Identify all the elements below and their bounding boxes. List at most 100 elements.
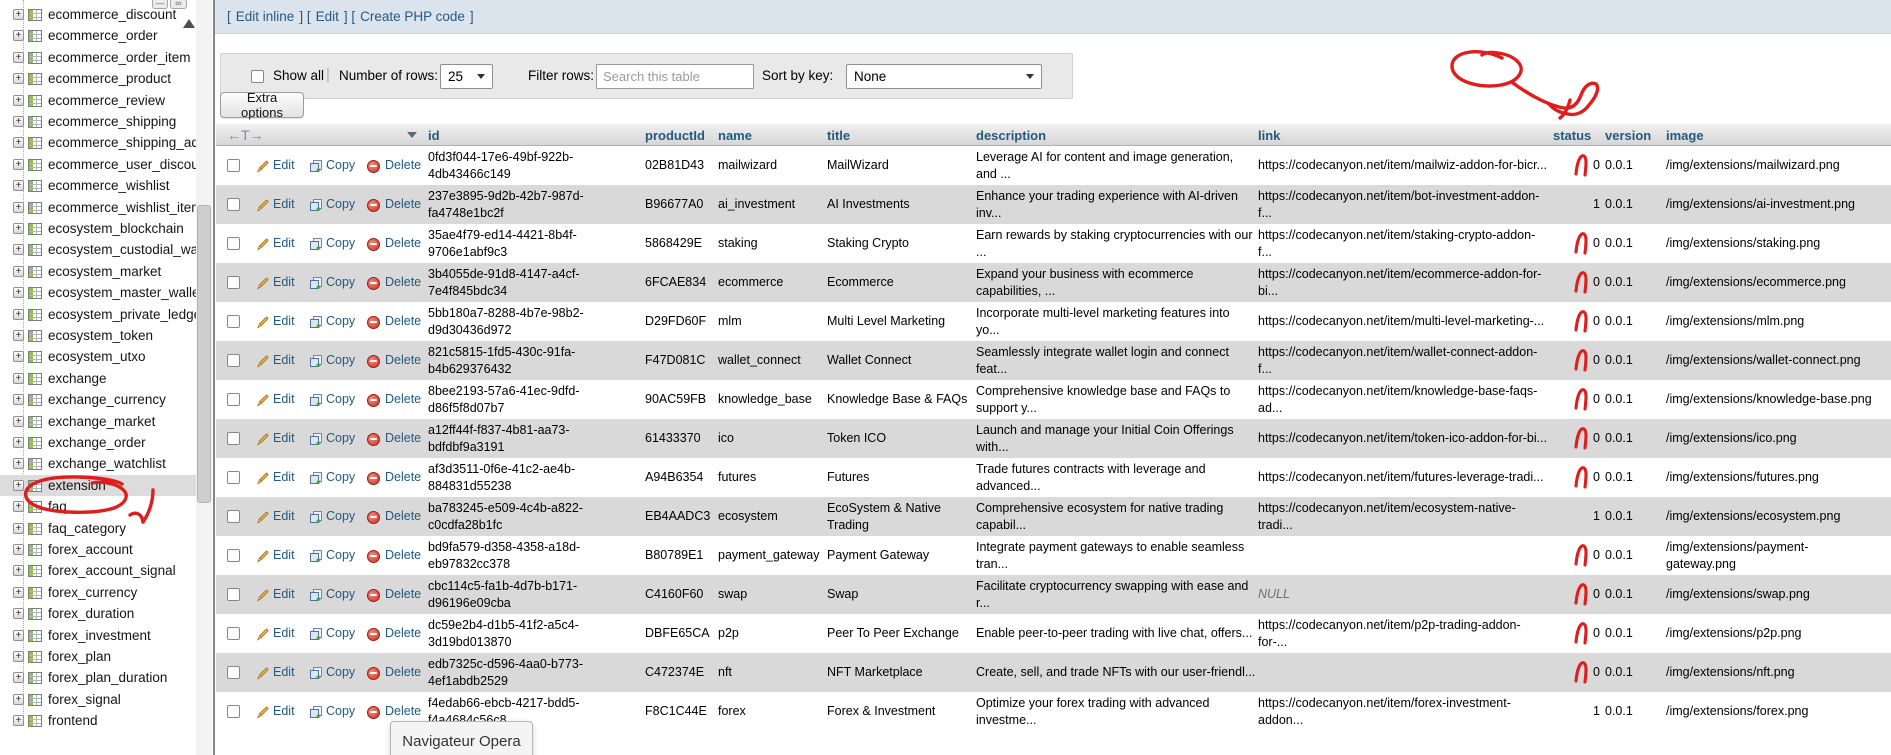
edit-icon[interactable] <box>256 666 270 680</box>
sidebar-item-ecommerce_shipping_address[interactable]: +ecommerce_shipping_address <box>0 132 196 153</box>
edit-link[interactable]: Edit <box>273 692 295 731</box>
expand-plus-icon[interactable]: + <box>13 416 24 427</box>
scroll-up-arrow-icon[interactable] <box>183 19 195 28</box>
copy-link[interactable]: Copy <box>326 263 355 302</box>
extra-options-button[interactable]: Extra options <box>220 92 304 118</box>
col-header-id[interactable]: id <box>428 124 440 146</box>
sidebar-item-frontend[interactable]: +frontend <box>0 710 196 731</box>
row-checkbox[interactable] <box>227 627 240 640</box>
expand-plus-icon[interactable]: + <box>13 351 24 362</box>
sidebar-item-ecosystem_master_wallet[interactable]: +ecosystem_master_wallet <box>0 282 196 303</box>
sidebar-item-extension[interactable]: +extension <box>0 475 196 496</box>
row-checkbox[interactable] <box>227 432 240 445</box>
col-header-name[interactable]: name <box>718 124 752 146</box>
expand-plus-icon[interactable]: + <box>13 587 24 598</box>
edit-link[interactable]: Edit <box>273 536 295 575</box>
col-header-description[interactable]: description <box>976 124 1046 146</box>
copy-link[interactable]: Copy <box>326 419 355 458</box>
copy-link[interactable]: Copy <box>326 653 355 692</box>
expand-plus-icon[interactable]: + <box>13 52 24 63</box>
delete-icon[interactable] <box>366 627 380 641</box>
number-of-rows-select[interactable]: 25 <box>440 64 493 89</box>
edit-icon[interactable] <box>256 705 270 719</box>
delete-icon[interactable] <box>366 159 380 173</box>
sidebar-item-forex_investment[interactable]: +forex_investment <box>0 625 196 646</box>
sidebar-item-exchange_order[interactable]: +exchange_order <box>0 432 196 453</box>
expand-plus-icon[interactable]: + <box>13 608 24 619</box>
sidebar-item-ecommerce_user_discount[interactable]: +ecommerce_user_discount <box>0 154 196 175</box>
sidebar-item-exchange_watchlist[interactable]: +exchange_watchlist <box>0 453 196 474</box>
edit-link[interactable]: Edit <box>273 341 295 380</box>
delete-link[interactable]: Delete <box>385 302 421 341</box>
delete-link[interactable]: Delete <box>385 497 421 536</box>
expand-plus-icon[interactable]: + <box>13 266 24 277</box>
delete-link[interactable]: Delete <box>385 224 421 263</box>
create-php-code-link[interactable]: Create PHP code <box>360 9 465 24</box>
edit-link[interactable]: Edit <box>273 614 295 653</box>
row-checkbox[interactable] <box>227 666 240 679</box>
expand-plus-icon[interactable]: + <box>13 287 24 298</box>
expand-plus-icon[interactable]: + <box>13 137 24 148</box>
copy-link[interactable]: Copy <box>326 224 355 263</box>
row-checkbox[interactable] <box>227 198 240 211</box>
copy-link[interactable]: Copy <box>326 458 355 497</box>
delete-icon[interactable] <box>366 588 380 602</box>
expand-plus-icon[interactable]: + <box>13 437 24 448</box>
edit-link[interactable]: Edit <box>273 302 295 341</box>
expand-plus-icon[interactable]: + <box>13 544 24 555</box>
row-checkbox[interactable] <box>227 588 240 601</box>
row-checkbox[interactable] <box>227 471 240 484</box>
col-header-productId[interactable]: productId <box>645 124 705 146</box>
edit-icon[interactable] <box>256 510 270 524</box>
copy-icon[interactable] <box>309 159 323 173</box>
expand-plus-icon[interactable]: + <box>13 651 24 662</box>
sidebar-item-exchange_currency[interactable]: +exchange_currency <box>0 389 196 410</box>
row-checkbox[interactable] <box>227 315 240 328</box>
sidebar-item-ecommerce_wishlist[interactable]: +ecommerce_wishlist <box>0 175 196 196</box>
edit-inline-link[interactable]: Edit inline <box>236 9 295 24</box>
sidebar-item-forex_currency[interactable]: +forex_currency <box>0 582 196 603</box>
col-header-title[interactable]: title <box>827 124 850 146</box>
sidebar-item-ecommerce_order_item[interactable]: +ecommerce_order_item <box>0 47 196 68</box>
expand-plus-icon[interactable]: + <box>13 202 24 213</box>
delete-icon[interactable] <box>366 705 380 719</box>
row-checkbox[interactable] <box>227 237 240 250</box>
search-table-input[interactable] <box>596 64 754 89</box>
col-header-status[interactable]: status <box>1553 124 1591 146</box>
copy-link[interactable]: Copy <box>326 692 355 731</box>
row-checkbox[interactable] <box>227 159 240 172</box>
edit-link[interactable]: Edit <box>273 185 295 224</box>
copy-icon[interactable] <box>309 705 323 719</box>
sidebar-item-ecosystem_blockchain[interactable]: +ecosystem_blockchain <box>0 218 196 239</box>
link-with-main-panel-icon[interactable]: ∞ <box>170 0 187 9</box>
expand-plus-icon[interactable]: + <box>13 223 24 234</box>
sidebar-item-exchange[interactable]: +exchange <box>0 368 196 389</box>
delete-icon[interactable] <box>366 666 380 680</box>
sidebar-item-ecosystem_token[interactable]: +ecosystem_token <box>0 325 196 346</box>
edit-icon[interactable] <box>256 159 270 173</box>
delete-link[interactable]: Delete <box>385 653 421 692</box>
show-all-checkbox[interactable] <box>251 70 264 83</box>
copy-icon[interactable] <box>309 432 323 446</box>
copy-link[interactable]: Copy <box>326 302 355 341</box>
sidebar-item-ecosystem_private_ledger[interactable]: +ecosystem_private_ledger <box>0 304 196 325</box>
edit-icon[interactable] <box>256 198 270 212</box>
edit-icon[interactable] <box>256 588 270 602</box>
expand-plus-icon[interactable]: + <box>13 694 24 705</box>
delete-link[interactable]: Delete <box>385 419 421 458</box>
edit-icon[interactable] <box>256 237 270 251</box>
copy-link[interactable]: Copy <box>326 536 355 575</box>
sidebar-item-faq_category[interactable]: +faq_category <box>0 518 196 539</box>
row-checkbox[interactable] <box>227 393 240 406</box>
delete-icon[interactable] <box>366 276 380 290</box>
delete-link[interactable]: Delete <box>385 458 421 497</box>
delete-icon[interactable] <box>366 549 380 563</box>
delete-link[interactable]: Delete <box>385 380 421 419</box>
copy-icon[interactable] <box>309 354 323 368</box>
delete-link[interactable]: Delete <box>385 536 421 575</box>
delete-icon[interactable] <box>366 354 380 368</box>
expand-plus-icon[interactable]: + <box>13 30 24 41</box>
expand-plus-icon[interactable]: + <box>13 565 24 576</box>
column-order-arrows[interactable]: ←T→ <box>227 124 264 146</box>
sidebar-item-ecommerce_product[interactable]: +ecommerce_product <box>0 68 196 89</box>
